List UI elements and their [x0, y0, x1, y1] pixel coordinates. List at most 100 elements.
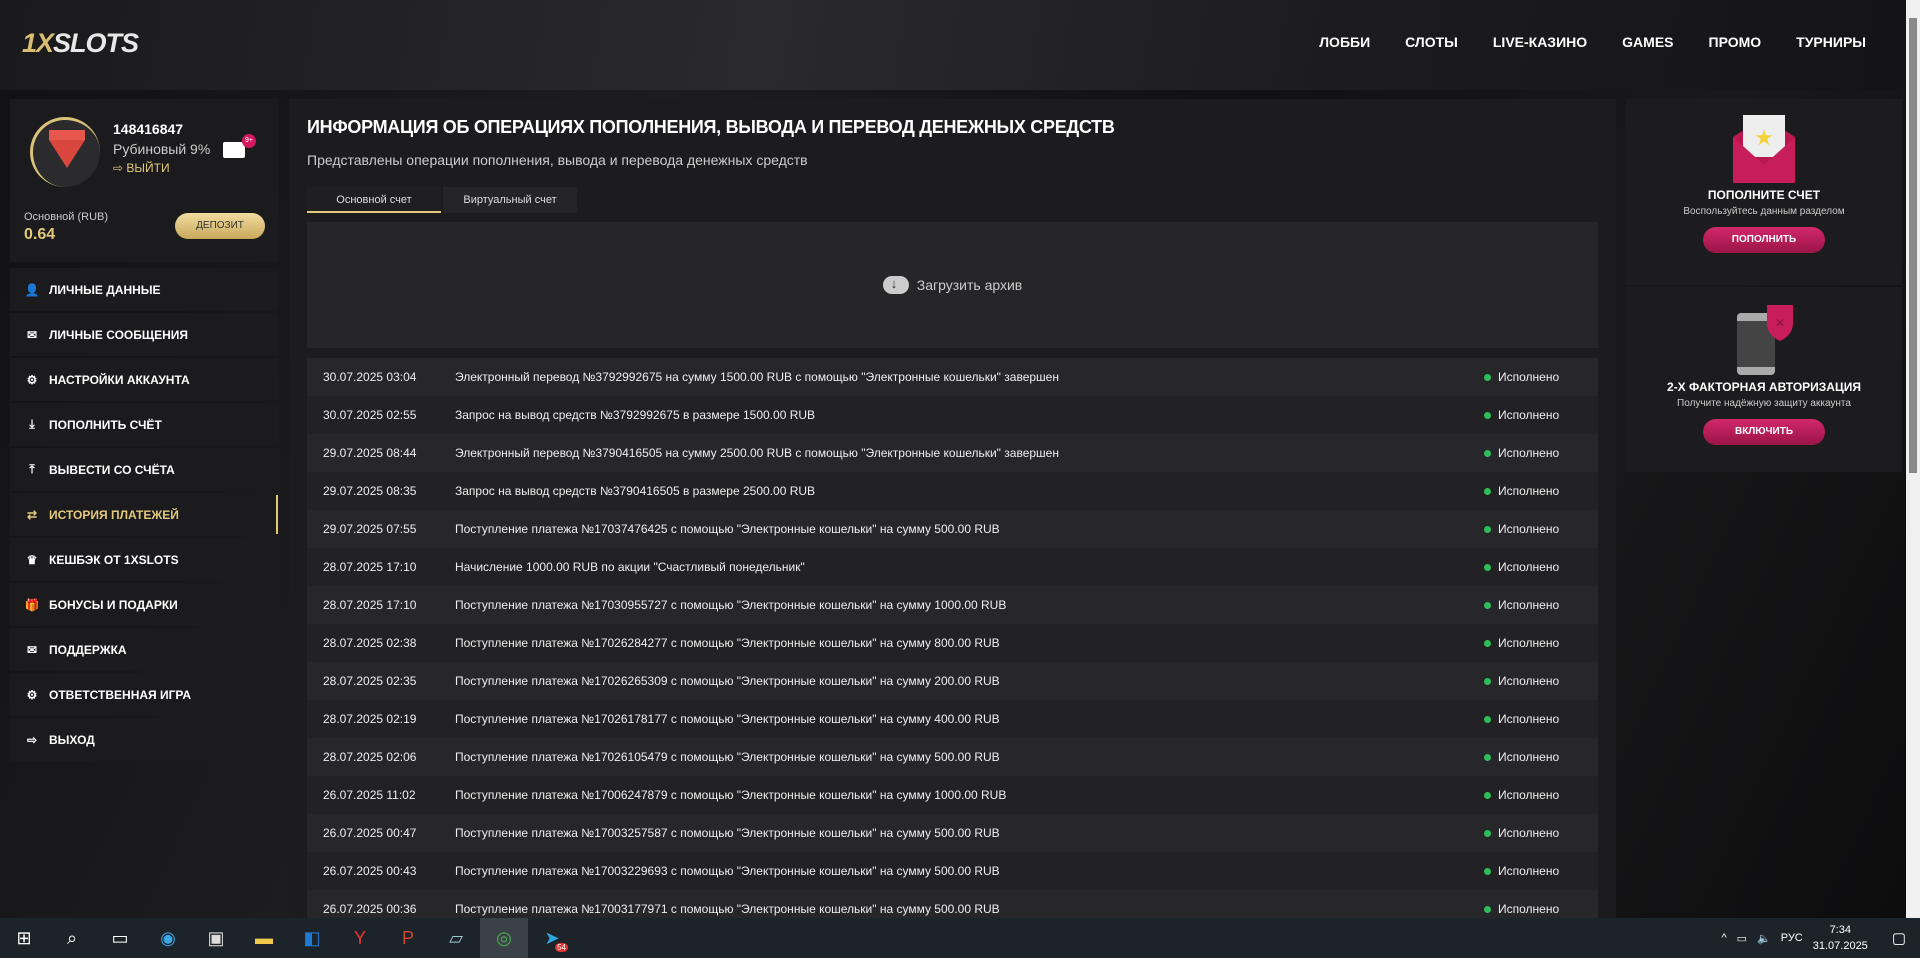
table-row: 29.07.2025 08:35 Запрос на вывод средств … [307, 472, 1598, 510]
row-status: Исполнено [1484, 370, 1598, 384]
menu-item[interactable]: ♛ КЕШБЭК ОТ 1XSLOTS [10, 538, 279, 581]
menu-item-label: ЛИЧНЫЕ СООБЩЕНИЯ [49, 327, 189, 342]
row-date: 26.07.2025 00:43 [323, 864, 417, 878]
download-archive-button[interactable]: Загрузить архив [307, 222, 1598, 348]
nav-tournaments[interactable]: ТУРНИРЫ [1796, 34, 1866, 50]
edge-icon[interactable]: ◉ [144, 918, 192, 958]
notifications-icon[interactable]: ▢ [1892, 929, 1906, 947]
menu-item[interactable]: ✉ ПОДДЕРЖКА [10, 628, 279, 671]
menu-item[interactable]: ⇨ ВЫХОД [10, 718, 279, 761]
menu-item[interactable]: ✉ ЛИЧНЫЕ СООБЩЕНИЯ [10, 313, 279, 356]
menu-item[interactable]: ⇄ ИСТОРИЯ ПЛАТЕЖЕЙ [10, 493, 279, 536]
status-dot-icon [1484, 449, 1491, 457]
row-status: Исполнено [1484, 864, 1598, 878]
nav-lobby[interactable]: ЛОББИ [1319, 34, 1370, 50]
menu-item-label: ИСТОРИЯ ПЛАТЕЖЕЙ [49, 507, 179, 522]
table-row: 28.07.2025 02:38 Поступление платежа №170… [307, 624, 1598, 662]
nav-live-casino[interactable]: LIVE-КАЗИНО [1493, 34, 1587, 50]
row-status: Исполнено [1484, 560, 1598, 574]
menu-item-label: КЕШБЭК ОТ 1XSLOTS [49, 552, 179, 567]
clock[interactable]: 7:34 31.07.2025 [1813, 922, 1868, 954]
menu-item[interactable]: ⚙ НАСТРОЙКИ АККАУНТА [10, 358, 279, 401]
outlook-icon[interactable]: ◧ [288, 918, 336, 958]
enable-2fa-button[interactable]: ВКЛЮЧИТЬ [1703, 419, 1825, 445]
nav-games[interactable]: GAMES [1622, 34, 1673, 50]
row-description: Поступление платежа №17026284277 с помощ… [455, 636, 1000, 650]
task-view-icon[interactable]: ▭ [96, 918, 144, 958]
nav-promo[interactable]: ПРОМО [1709, 34, 1762, 50]
user-id: 148416847 [113, 121, 184, 137]
start-windows-icon[interactable]: ⊞ [0, 918, 48, 958]
menu-item[interactable]: 👤 ЛИЧНЫЕ ДАННЫЕ [10, 268, 279, 311]
file-explorer-icon[interactable]: ▬ [240, 918, 288, 958]
search-icon[interactable]: ⌕ [48, 918, 96, 958]
account-menu: 👤 ЛИЧНЫЕ ДАННЫЕ ✉ ЛИЧНЫЕ СООБЩЕНИЯ ⚙ НАСТРОЙК… [10, 268, 279, 763]
deposit-button[interactable]: ДЕПОЗИТ [175, 213, 265, 239]
page-subtitle: Представлены операции пополнения, вывода… [307, 152, 808, 168]
status-label: Исполнено [1498, 864, 1560, 878]
menu-item-label: НАСТРОЙКИ АККАУНТА [49, 372, 190, 387]
row-description: Поступление платежа №17003177971 с помощ… [455, 902, 1000, 916]
nav-slots[interactable]: СЛОТЫ [1405, 34, 1458, 50]
menu-item-label: ЛИЧНЫЕ ДАННЫЕ [49, 282, 161, 297]
table-row: 29.07.2025 07:55 Поступление платежа №170… [307, 510, 1598, 548]
crown-icon: ♛ [26, 552, 38, 567]
row-date: 28.07.2025 02:38 [323, 636, 417, 650]
chrome-icon[interactable]: ◎ [480, 918, 528, 958]
row-status: Исполнено [1484, 636, 1598, 650]
telegram-badge: 54 [555, 943, 568, 952]
row-description: Поступление платежа №17026178177 с помощ… [455, 712, 1000, 726]
scrollbar-thumb[interactable] [1909, 18, 1917, 473]
menu-item-label: ВЫХОД [49, 732, 95, 747]
messages-envelope-icon[interactable] [223, 142, 245, 158]
header: 1XSLOTS ЛОББИ СЛОТЫ LIVE-КАЗИНО GAMES ПР… [0, 0, 1906, 90]
volume-icon[interactable]: 🔈 [1757, 932, 1771, 945]
sign-out-icon: ⇨ [26, 732, 38, 747]
yandex-browser-icon[interactable]: Y [336, 918, 384, 958]
row-date: 26.07.2025 00:47 [323, 826, 417, 840]
row-description: Запрос на вывод средств №3790416505 в ра… [455, 484, 816, 498]
menu-item[interactable]: ⤒ ВЫВЕСТИ СО СЧЁТА [10, 448, 279, 491]
network-icon[interactable]: ▭ [1737, 932, 1747, 945]
user-plus-icon: 👤 [24, 282, 40, 297]
telegram-icon[interactable]: ➤ 54 [528, 918, 576, 958]
row-status: Исполнено [1484, 712, 1598, 726]
notes-app-icon[interactable]: ▱ [432, 918, 480, 958]
row-date: 30.07.2025 02:55 [323, 408, 417, 422]
status-dot-icon [1484, 563, 1491, 571]
logout-link[interactable]: ⇨ ВЫЙТИ [113, 161, 170, 175]
menu-item[interactable]: ⤓ ПОПОЛНИТЬ СЧЁТ [10, 403, 279, 446]
tab-main-account[interactable]: Основной счет [307, 187, 441, 213]
svg-text:★: ★ [1754, 125, 1774, 150]
system-tray: ^ ▭ 🔈 РУС 7:34 31.07.2025 ▢ [1721, 918, 1920, 958]
table-row: 26.07.2025 11:02 Поступление платежа №170… [307, 776, 1598, 814]
status-label: Исполнено [1498, 636, 1560, 650]
logo[interactable]: 1XSLOTS [22, 28, 139, 59]
store-icon[interactable]: ▣ [192, 918, 240, 958]
envelope-icon: ✉ [26, 327, 38, 342]
language-indicator[interactable]: РУС [1781, 932, 1803, 944]
top-up-button[interactable]: ПОПОЛНИТЬ [1703, 227, 1825, 253]
status-dot-icon [1484, 487, 1491, 495]
row-status: Исполнено [1484, 826, 1598, 840]
row-status: Исполнено [1484, 902, 1598, 916]
row-date: 29.07.2025 08:35 [323, 484, 417, 498]
status-label: Исполнено [1498, 750, 1560, 764]
upload-icon: ⤒ [29, 462, 35, 476]
row-description: Электронный перевод №3792992675 на сумму… [455, 370, 1059, 384]
tab-virtual-account[interactable]: Виртуальный счет [443, 187, 577, 213]
menu-item[interactable]: 🎁 БОНУСЫ И ПОДАРКИ [10, 583, 279, 626]
row-status: Исполнено [1484, 788, 1598, 802]
row-date: 28.07.2025 02:19 [323, 712, 417, 726]
two-factor-card: ✕ 2-Х ФАКТОРНАЯ АВТОРИЗАЦИЯ Получите над… [1626, 287, 1902, 472]
envelope-star-icon: ★ [1733, 115, 1795, 183]
row-status: Исполнено [1484, 484, 1598, 498]
menu-item[interactable]: ⚙ ОТВЕТСТВЕННАЯ ИГРА [10, 673, 279, 716]
page-scrollbar[interactable] [1906, 0, 1920, 918]
transactions-table: 30.07.2025 03:04 Электронный перевод №379… [307, 358, 1598, 928]
status-dot-icon [1484, 677, 1491, 685]
tray-chevron-icon[interactable]: ^ [1721, 932, 1726, 944]
row-description: Поступление платежа №17037476425 с помощ… [455, 522, 1000, 536]
p-app-icon[interactable]: P [384, 918, 432, 958]
row-status: Исполнено [1484, 750, 1598, 764]
